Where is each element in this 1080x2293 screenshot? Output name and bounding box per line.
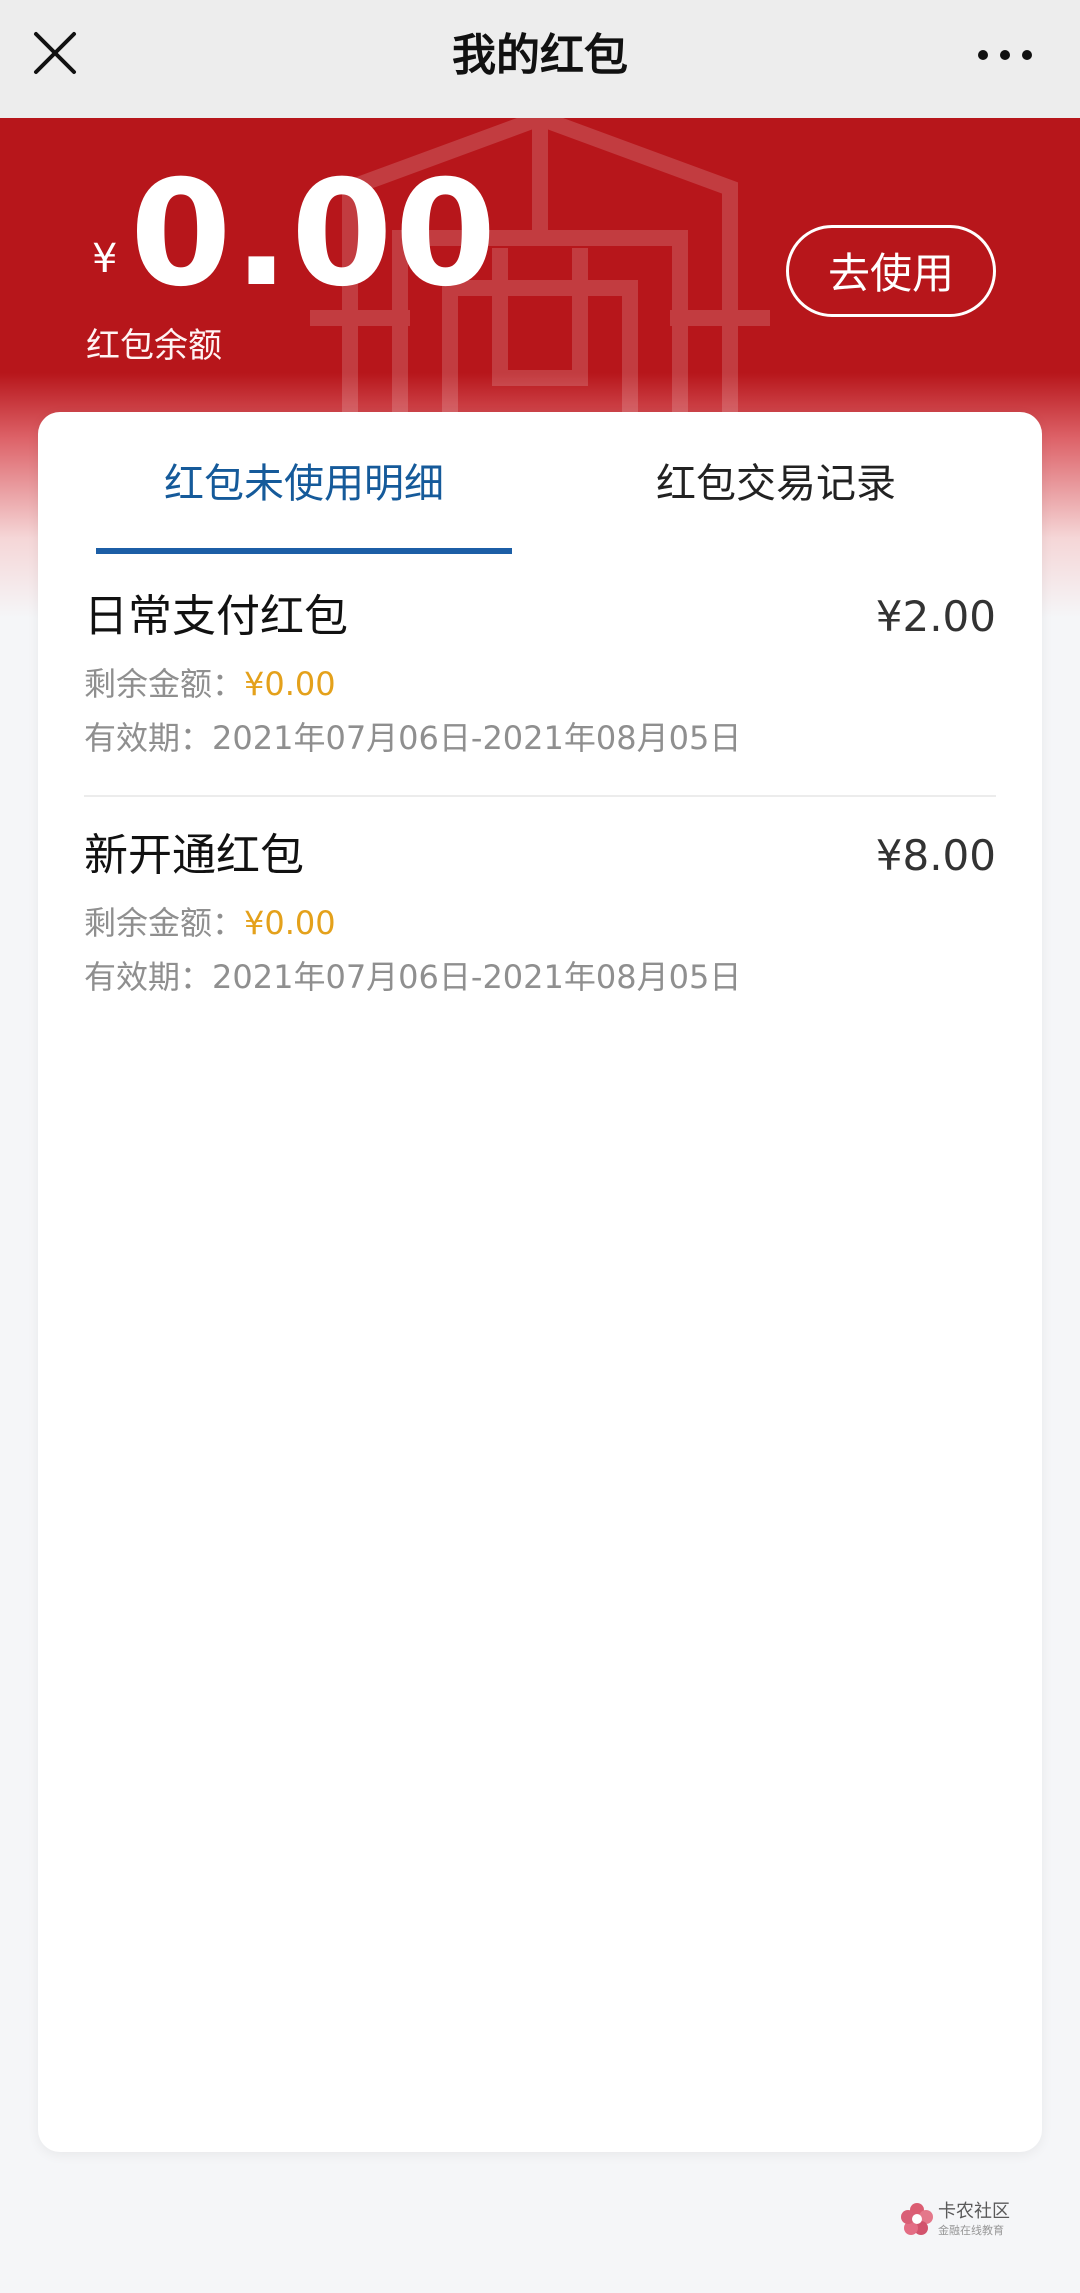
remaining-row: 剩余金额：¥0.00 (84, 900, 336, 946)
active-tab-indicator (96, 548, 512, 554)
remaining-value: ¥0.00 (244, 904, 336, 942)
remaining-value: ¥0.00 (244, 665, 336, 703)
watermark-title: 卡农社区 (938, 2201, 1010, 2222)
list-item[interactable]: 新开通红包 ¥8.00 剩余金额：¥0.00 有效期：2021年07月06日-2… (84, 826, 996, 1036)
valid-label: 有效期： (84, 719, 213, 757)
valid-row: 有效期：2021年07月06日-2021年08月05日 (84, 954, 741, 1000)
item-divider (84, 795, 996, 797)
use-button[interactable]: 去使用 (786, 225, 996, 317)
page-title: 我的红包 (452, 30, 628, 81)
currency-symbol: ¥ (92, 236, 118, 282)
item-price: ¥8.00 (875, 831, 996, 880)
remaining-label: 剩余金额： (84, 904, 245, 942)
more-icon[interactable] (976, 38, 1034, 72)
valid-value: 2021年07月06日-2021年08月05日 (212, 719, 742, 757)
red-packet-card: 红包未使用明细 红包交易记录 日常支付红包 ¥2.00 剩余金额：¥0.00 有… (38, 412, 1042, 2152)
tab-transaction-records[interactable]: 红包交易记录 (568, 454, 984, 514)
watermark-subtitle: 金融在线教育 (938, 2224, 1004, 2237)
remaining-label: 剩余金额： (84, 665, 245, 703)
balance-label: 红包余额 (86, 326, 222, 366)
tab-unused-details[interactable]: 红包未使用明细 (96, 454, 512, 514)
item-name: 新开通红包 (84, 830, 304, 881)
remaining-row: 剩余金额：¥0.00 (84, 661, 336, 707)
valid-label: 有效期： (84, 958, 213, 996)
watermark: 卡农社区 金融在线教育 (900, 2202, 1025, 2244)
item-name: 日常支付红包 (84, 591, 348, 642)
valid-value: 2021年07月06日-2021年08月05日 (212, 958, 742, 996)
balance-amount: 0.00 (130, 149, 499, 319)
valid-row: 有效期：2021年07月06日-2021年08月05日 (84, 715, 741, 761)
flower-logo-icon (901, 2203, 933, 2235)
top-navigation-bar: 我的红包 (0, 0, 1080, 118)
list-item[interactable]: 日常支付红包 ¥2.00 剩余金额：¥0.00 有效期：2021年07月06日-… (84, 587, 996, 797)
item-price: ¥2.00 (875, 592, 996, 641)
